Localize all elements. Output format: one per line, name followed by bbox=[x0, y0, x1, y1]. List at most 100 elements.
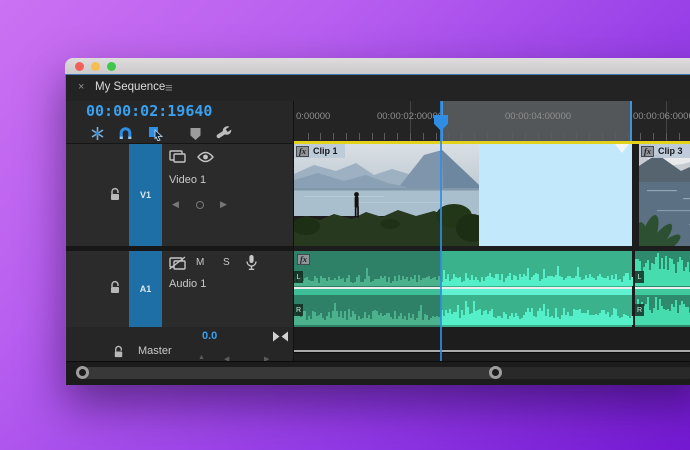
video-track-name: Video 1 bbox=[169, 174, 207, 186]
person-silhouette bbox=[354, 192, 359, 218]
desktop: { "window": { "tab_title": "My Sequence"… bbox=[0, 0, 690, 450]
audio-track-target[interactable]: A1 bbox=[129, 251, 162, 327]
lock-open-icon bbox=[114, 345, 123, 358]
playhead-timecode[interactable]: 00:00:02:19640 bbox=[86, 102, 212, 120]
fx-badge[interactable]: fx bbox=[296, 145, 309, 157]
waveform-bar bbox=[631, 277, 633, 286]
master-volume-line[interactable] bbox=[294, 350, 690, 353]
video-clip-3[interactable] bbox=[639, 144, 690, 246]
zoom-handle-right[interactable] bbox=[489, 365, 502, 379]
audio3-left-channel-badge: L bbox=[635, 271, 644, 283]
app-window: × My Sequence ≡ 00:00:02:19640 V1 Video … bbox=[65, 58, 690, 385]
lock-open-icon bbox=[111, 280, 119, 293]
window-close-button[interactable] bbox=[75, 61, 84, 71]
master-track-name: Master bbox=[138, 345, 172, 357]
nest-icon bbox=[91, 127, 103, 140]
ruler-tick bbox=[474, 133, 475, 140]
video-target-label: V1 bbox=[139, 190, 151, 200]
ruler-tick bbox=[346, 133, 347, 140]
sync-lock-button[interactable] bbox=[169, 150, 186, 163]
clip3-thumbnail bbox=[639, 144, 690, 246]
window-zoom-button[interactable] bbox=[107, 61, 116, 71]
ruler-tick bbox=[678, 133, 680, 140]
add-keyframe-icon[interactable] bbox=[196, 201, 204, 209]
ruler-tick bbox=[563, 133, 565, 140]
ruler-tick bbox=[435, 133, 437, 140]
mute-button[interactable]: M bbox=[196, 257, 204, 268]
ruler-tick bbox=[589, 133, 591, 140]
fx-badge[interactable]: fx bbox=[641, 145, 654, 157]
video-track-lock-button[interactable] bbox=[108, 187, 122, 201]
video-track-target[interactable]: V1 bbox=[129, 144, 162, 246]
audio-sync-lock-button[interactable] bbox=[169, 256, 186, 270]
next-keyframe-icon[interactable]: ▶ bbox=[220, 199, 227, 210]
clip3-name: Clip 3 bbox=[658, 146, 683, 156]
ruler-label-0: 0:00000 bbox=[296, 111, 331, 122]
marker-icon bbox=[190, 127, 200, 140]
ruler-tick bbox=[525, 133, 527, 140]
ruler-tick bbox=[448, 133, 450, 140]
ruler-tick bbox=[614, 133, 616, 140]
ruler-tick bbox=[422, 133, 424, 140]
clip1-label-bar[interactable]: fx Clip 1 bbox=[294, 144, 345, 158]
scrollbar-thumb[interactable] bbox=[83, 367, 496, 379]
master-nav-up-icon[interactable]: ▲ bbox=[198, 354, 205, 361]
master-track-lock-button[interactable] bbox=[112, 345, 125, 358]
video-clip-1[interactable] bbox=[294, 144, 479, 246]
audio-target-label: A1 bbox=[139, 284, 152, 294]
ruler-tick bbox=[333, 133, 335, 140]
playhead-line bbox=[440, 101, 442, 362]
master-track-header bbox=[66, 327, 294, 361]
toolbar-divider bbox=[66, 143, 294, 144]
linked-selection-button[interactable] bbox=[147, 125, 165, 142]
master-gain-value[interactable]: 0.0 bbox=[202, 330, 217, 342]
clip3-label-bar[interactable]: fx Clip 3 bbox=[639, 144, 690, 158]
snap-magnet-icon bbox=[119, 127, 131, 139]
track-output-toggle[interactable] bbox=[197, 151, 214, 163]
wrench-icon bbox=[216, 125, 232, 138]
timeline-settings-button[interactable] bbox=[215, 125, 233, 142]
voiceover-record-button[interactable] bbox=[245, 254, 258, 271]
panel-tab-bar: × My Sequence ≡ bbox=[66, 75, 690, 101]
audio-right-channel-badge: R bbox=[294, 304, 303, 316]
tab-close-icon[interactable]: × bbox=[78, 81, 84, 93]
eye-icon bbox=[197, 151, 214, 163]
ruler-tick bbox=[538, 133, 539, 140]
ruler-tick bbox=[307, 133, 309, 140]
channel-divider-strip bbox=[294, 289, 441, 295]
snap-button[interactable] bbox=[116, 125, 134, 142]
ruler-tick bbox=[486, 133, 488, 140]
ruler-tick bbox=[320, 133, 322, 140]
panel-menu-icon[interactable]: ≡ bbox=[165, 80, 173, 95]
waveform-bar bbox=[631, 315, 633, 325]
audio-left-channel-badge: L bbox=[294, 271, 303, 283]
solo-button[interactable]: S bbox=[223, 257, 230, 268]
ruler-tick bbox=[512, 133, 514, 140]
nest-toggle-button[interactable] bbox=[88, 125, 106, 142]
ruler-tick bbox=[358, 133, 360, 140]
linked-selection-icon bbox=[149, 127, 164, 141]
ruler-tick bbox=[384, 133, 386, 140]
pan-keyframe-button[interactable] bbox=[272, 331, 289, 342]
ruler-tick bbox=[499, 133, 501, 140]
ruler-tick bbox=[410, 133, 411, 140]
window-titlebar[interactable] bbox=[65, 58, 690, 74]
ruler-tick bbox=[653, 133, 655, 140]
zoom-handle-left[interactable] bbox=[76, 365, 89, 379]
audio-track-lock-button[interactable] bbox=[108, 280, 122, 294]
ruler-tick bbox=[461, 133, 463, 140]
clip1-name: Clip 1 bbox=[313, 146, 338, 156]
ruler-tick bbox=[576, 133, 578, 140]
sync-lock-icon bbox=[169, 150, 186, 163]
ruler-tick bbox=[627, 133, 629, 140]
ruler-tick bbox=[640, 133, 642, 140]
ruler-label-4s: 00:00:04:00000 bbox=[504, 111, 572, 122]
clip1-thumbnail bbox=[294, 144, 479, 246]
sequence-tab[interactable]: My Sequence bbox=[95, 81, 165, 93]
audio-fx-badge[interactable]: fx bbox=[297, 254, 310, 265]
add-marker-button[interactable] bbox=[186, 125, 204, 142]
video-clip-2-selected[interactable] bbox=[479, 144, 632, 246]
microphone-icon bbox=[246, 255, 257, 270]
prev-keyframe-icon[interactable]: ◀ bbox=[172, 199, 179, 210]
window-minimize-button[interactable] bbox=[91, 61, 100, 71]
